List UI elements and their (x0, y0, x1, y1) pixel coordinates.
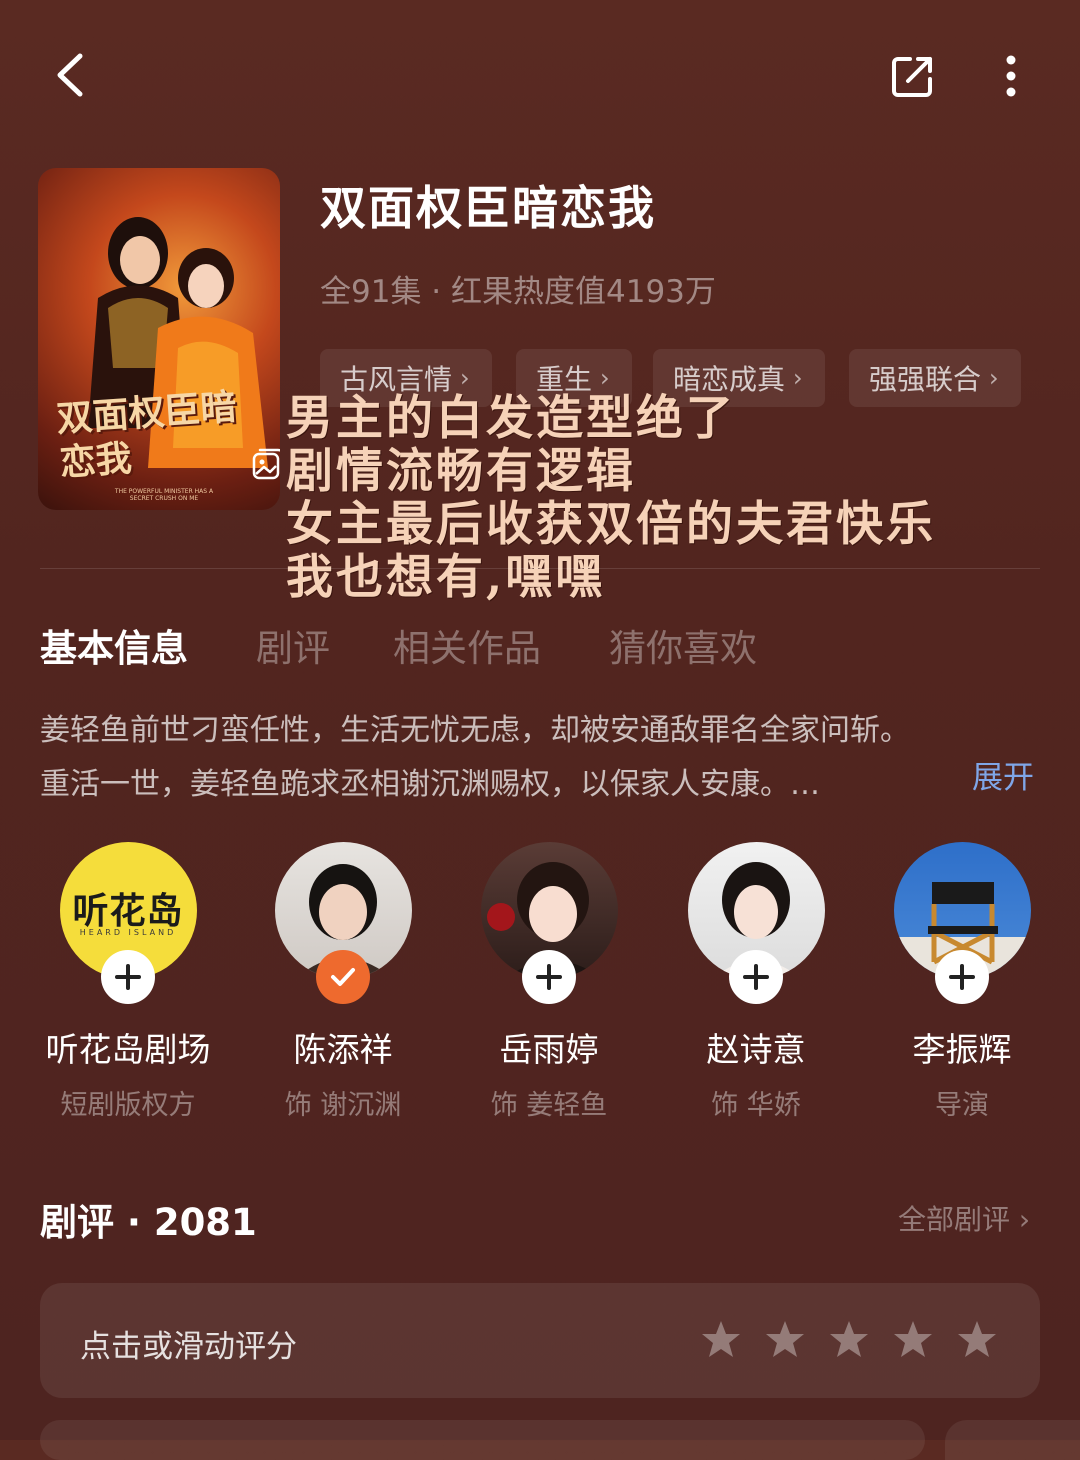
drama-poster[interactable]: 双面权臣暗恋我 THE POWERFUL MINISTER HAS A SECR… (38, 168, 280, 510)
cast-role: 短剧版权方 (60, 1090, 196, 1121)
all-reviews-link[interactable]: 全部剧评 › (898, 1198, 1030, 1238)
follow-button[interactable] (729, 950, 783, 1004)
plus-icon (536, 964, 562, 990)
chevron-right-icon: › (793, 364, 803, 392)
divider (40, 568, 1040, 569)
cast-name: 岳雨婷 (499, 1030, 599, 1069)
follow-button[interactable] (522, 950, 576, 1004)
cast-item[interactable]: 岳雨婷 饰 姜轻鱼 (449, 842, 649, 1122)
poster-title-art: 双面权臣暗恋我 (55, 385, 238, 485)
star-icon[interactable] (700, 1319, 742, 1359)
gallery-icon[interactable] (250, 448, 280, 484)
followed-badge[interactable] (316, 950, 370, 1004)
check-icon (331, 968, 355, 986)
all-reviews-label: 全部剧评 (898, 1203, 1011, 1236)
avatar-logo-text: 听花岛 (72, 891, 184, 932)
cast-role: 饰 谢沉渊 (284, 1090, 402, 1121)
chevron-left-icon (57, 53, 83, 97)
handwritten-overlay: 男主的白发造型绝了 剧情流畅有逻辑 女主最后收获双倍的夫君快乐 我也想有,嘿嘿 (286, 392, 1046, 604)
cast-name: 听花岛剧场 (45, 1030, 211, 1069)
cast-name: 陈添祥 (293, 1030, 393, 1069)
tab-recommendations[interactable]: 猜你喜欢 (609, 618, 757, 672)
back-button[interactable] (40, 45, 100, 105)
expand-button[interactable]: 展开 (972, 752, 1034, 797)
chevron-right-icon: › (1018, 1203, 1031, 1236)
chevron-right-icon: › (600, 364, 610, 392)
synopsis: 姜轻鱼前世刁蛮任性，生活无忧无虑，却被安通敌罪名全家问斩。 重活一世，姜轻鱼跪求… (40, 704, 1040, 812)
follow-button[interactable] (935, 950, 989, 1004)
cast-item[interactable]: 听花岛 HEARD ISLAND 听花岛剧场 短剧版权方 (28, 842, 228, 1122)
synopsis-line: 重活一世，姜轻鱼跪求丞相谢沉渊赐权，以保家人安康。… (40, 767, 820, 802)
overlay-line: 剧情流畅有逻辑 (286, 444, 636, 499)
drama-title: 双面权臣暗恋我 (320, 181, 656, 235)
share-icon (892, 57, 932, 97)
review-card[interactable] (40, 1420, 925, 1460)
review-card[interactable] (945, 1420, 1080, 1460)
synopsis-line: 姜轻鱼前世刁蛮任性，生活无忧无虑，却被安通敌罪名全家问斩。 (40, 713, 910, 748)
plus-icon (115, 964, 141, 990)
tab-related-works[interactable]: 相关作品 (393, 618, 541, 672)
follow-button[interactable] (101, 950, 155, 1004)
cast-role: 导演 (935, 1090, 989, 1121)
rating-card[interactable]: 点击或滑动评分 (40, 1283, 1040, 1398)
reviews-title: 剧评 · 2081 (40, 1201, 257, 1244)
avatar-logo-subtext: HEARD ISLAND (79, 928, 177, 937)
chevron-right-icon: › (460, 364, 470, 392)
overlay-line: 男主的白发造型绝了 (286, 391, 736, 446)
drama-meta: 全91集 · 红果热度值4193万 (320, 274, 716, 310)
cast-item[interactable]: 陈添祥 饰 谢沉渊 (243, 842, 443, 1122)
cast-name: 李振辉 (912, 1030, 1012, 1069)
overlay-line: 女主最后收获双倍的夫君快乐 (286, 497, 936, 552)
cast-item[interactable]: 赵诗意 饰 华娇 (656, 842, 856, 1122)
star-icon[interactable] (828, 1319, 870, 1359)
tab-basic-info[interactable]: 基本信息 (40, 618, 188, 672)
star-icon[interactable] (764, 1319, 806, 1359)
plus-icon (949, 964, 975, 990)
cast-role: 饰 姜轻鱼 (490, 1090, 608, 1121)
overlay-line: 我也想有,嘿嘿 (286, 550, 606, 605)
star-icon[interactable] (956, 1319, 998, 1359)
plus-icon (743, 964, 769, 990)
cast-name: 赵诗意 (706, 1030, 806, 1069)
more-options-button[interactable] (985, 45, 1037, 107)
poster-subtitle-art: THE POWERFUL MINISTER HAS A SECRET CRUSH… (114, 488, 214, 502)
rating-prompt: 点击或滑动评分 (80, 1329, 297, 1365)
share-button[interactable] (882, 45, 944, 107)
more-vertical-icon (1006, 55, 1016, 97)
chevron-right-icon: › (989, 364, 999, 392)
tab-reviews[interactable]: 剧评 (256, 618, 330, 672)
cast-item[interactable]: 李振辉 导演 (862, 842, 1062, 1122)
star-icon[interactable] (892, 1319, 934, 1359)
cast-role: 饰 华娇 (711, 1090, 801, 1121)
